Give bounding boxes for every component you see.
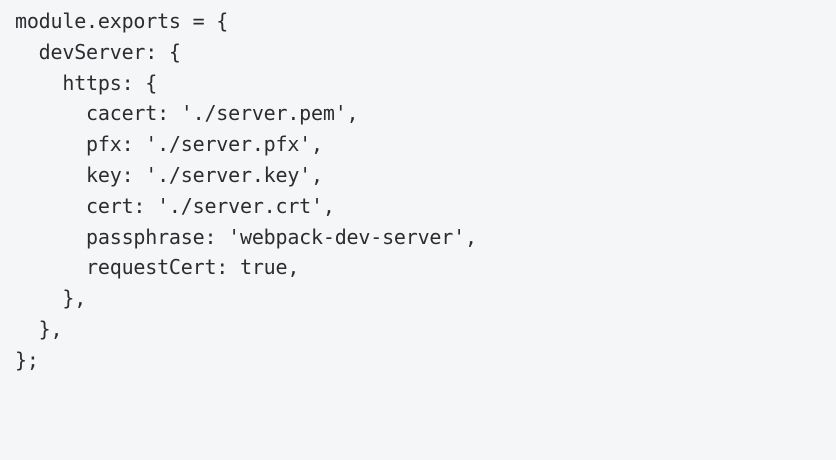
code-line-1: module.exports = {: [15, 9, 229, 33]
code-line-12: };: [15, 347, 39, 372]
code-line-10: },: [15, 286, 87, 311]
code-line-5: pfx: './server.pfx',: [15, 132, 323, 157]
code-line-9: requestCert: true,: [15, 255, 300, 280]
code-line-3: https: {: [15, 70, 158, 95]
code-line-2: devServer: {: [15, 39, 181, 64]
code-line-8: passphrase: 'webpack-dev-server',: [15, 224, 477, 249]
code-line-6: key: './server.key',: [15, 162, 323, 187]
code-block: module.exports = { devServer: { https: {…: [0, 0, 836, 460]
code-line-7: cert: './server.crt',: [15, 193, 335, 218]
code-line-11: },: [15, 316, 63, 341]
code-line-4: cacert: './server.pem',: [15, 101, 359, 126]
